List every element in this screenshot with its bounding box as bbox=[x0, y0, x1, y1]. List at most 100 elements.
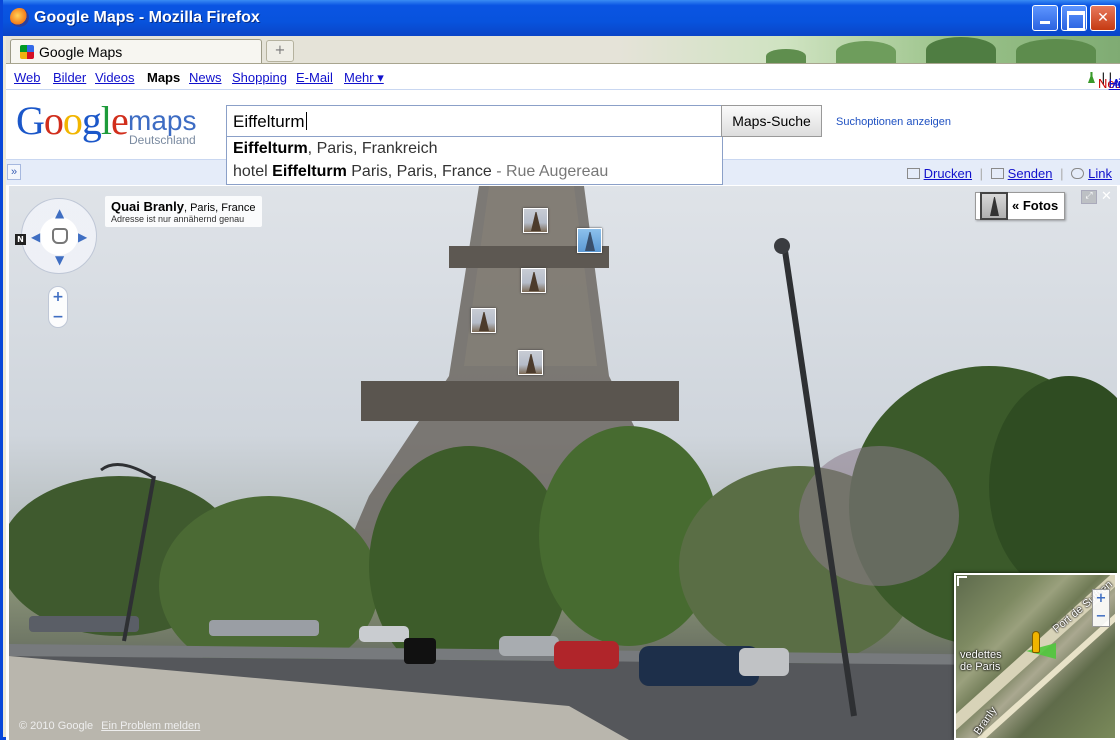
send-link[interactable]: Senden bbox=[1008, 166, 1053, 181]
suggestion-hint: - Rue Augereau bbox=[491, 163, 609, 180]
car bbox=[209, 620, 319, 636]
google-favicon-icon bbox=[20, 45, 34, 59]
text-cursor bbox=[305, 112, 307, 130]
fullscreen-icon[interactable]: ⤢ bbox=[1081, 190, 1097, 204]
pan-control[interactable]: ▲ ▼ ◀ ▶ bbox=[21, 198, 97, 274]
zoom-in-button[interactable]: + bbox=[49, 287, 67, 307]
zoom-control: + − bbox=[48, 286, 68, 328]
zoom-out-button[interactable]: − bbox=[49, 307, 67, 327]
gbar-news-link[interactable]: News bbox=[189, 70, 222, 85]
tourist-photo-icon[interactable] bbox=[577, 228, 602, 253]
anmelden-link[interactable]: Anmelden bbox=[1112, 76, 1120, 91]
address-note: Adresse ist nur annähernd genau bbox=[111, 214, 245, 224]
logo-letter: l bbox=[100, 98, 112, 143]
gbar-right: Neu! | Hilfe | Anmelden bbox=[1087, 70, 1120, 91]
pegman-icon[interactable] bbox=[1032, 631, 1040, 653]
minimize-button[interactable] bbox=[1032, 5, 1058, 31]
link-icon bbox=[1071, 168, 1085, 179]
car bbox=[29, 616, 139, 632]
collapse-panel-button[interactable]: » bbox=[7, 164, 21, 180]
fotos-label: « Fotos bbox=[1012, 198, 1059, 213]
browser-window: Google Maps - Mozilla Firefox ✕ Google M… bbox=[0, 0, 1120, 740]
google-logo[interactable]: Google bbox=[16, 98, 129, 143]
logo-letter: g bbox=[81, 98, 102, 143]
hand-icon[interactable] bbox=[52, 228, 68, 244]
car bbox=[499, 636, 559, 656]
lamp-arm bbox=[100, 463, 155, 480]
logo-subtitle: Deutschland bbox=[129, 133, 196, 147]
copyright-text: © 2010 Google bbox=[19, 720, 94, 732]
logo-letter: o bbox=[62, 98, 83, 143]
gbar-web-link[interactable]: Web bbox=[14, 70, 41, 85]
motorbike bbox=[404, 638, 436, 664]
window-title: Google Maps - Mozilla Firefox bbox=[34, 9, 260, 26]
address-box: Quai Branly, Paris, France Adresse ist n… bbox=[105, 196, 262, 227]
gbar-mehr-menu[interactable]: Mehr ▾ bbox=[344, 70, 384, 86]
street-view-panorama[interactable]: Quai Branly, Paris, France Adresse ist n… bbox=[9, 186, 1117, 740]
fotos-button[interactable]: « Fotos bbox=[975, 192, 1066, 220]
page-content: Web Bilder Videos Maps News Shopping E-M… bbox=[6, 64, 1120, 740]
gbar-maps-current: Maps bbox=[147, 70, 181, 85]
suggestion-match: Eiffelturm bbox=[272, 163, 347, 180]
new-tab-button[interactable]: + bbox=[266, 40, 294, 62]
logo-letter: e bbox=[111, 98, 129, 143]
car bbox=[554, 641, 619, 669]
decorative-palm bbox=[766, 49, 806, 63]
print-link[interactable]: Drucken bbox=[924, 166, 972, 181]
print-icon bbox=[906, 168, 920, 179]
suggestion-item[interactable]: hotel Eiffelturm Paris, Paris, France - … bbox=[227, 160, 722, 183]
minimap-zoom-in-button[interactable]: + bbox=[1093, 590, 1109, 608]
minimap-label: de Paris bbox=[960, 661, 1001, 673]
tab-strip: Google Maps + bbox=[6, 36, 1120, 64]
minimap-zoom-out-button[interactable]: − bbox=[1093, 608, 1109, 626]
tab-google-maps[interactable]: Google Maps bbox=[10, 39, 262, 63]
suggestion-item[interactable]: Eiffelturm, Paris, Frankreich bbox=[227, 137, 722, 160]
lamp-head bbox=[774, 238, 790, 254]
photo-thumbnail-icon bbox=[980, 192, 1008, 220]
search-options-link[interactable]: Suchoptionen anzeigen bbox=[836, 116, 951, 128]
minimap-resize-icon[interactable] bbox=[957, 576, 967, 586]
car bbox=[739, 648, 789, 676]
search-value: Eiffelturm bbox=[233, 112, 305, 131]
title-bar[interactable]: Google Maps - Mozilla Firefox ✕ bbox=[3, 0, 1120, 36]
decorative-palm bbox=[1016, 39, 1096, 63]
pan-right-icon[interactable]: ▶ bbox=[78, 231, 87, 243]
compass-north-icon: N bbox=[15, 234, 26, 245]
minimap-zoom-control: + − bbox=[1092, 589, 1110, 627]
report-problem-link[interactable]: Ein Problem melden bbox=[101, 720, 200, 732]
google-bar: Web Bilder Videos Maps News Shopping E-M… bbox=[6, 64, 1120, 91]
minimap-label: vedettes bbox=[960, 649, 1002, 661]
minimap[interactable]: Port de Suffren vedettes de Paris Branly… bbox=[954, 573, 1117, 740]
tourist-photo-icon[interactable] bbox=[523, 208, 548, 233]
tourist-photo-icon[interactable] bbox=[521, 268, 546, 293]
tab-label: Google Maps bbox=[39, 44, 123, 60]
link-link[interactable]: Link bbox=[1088, 166, 1112, 181]
autocomplete-dropdown: Eiffelturm, Paris, Frankreich hotel Eiff… bbox=[226, 137, 723, 185]
gbar-email-link[interactable]: E-Mail bbox=[296, 70, 333, 85]
pan-down-icon[interactable]: ▼ bbox=[55, 254, 64, 266]
tourist-photo-icon[interactable] bbox=[518, 350, 543, 375]
maps-search-button[interactable]: Maps-Suche bbox=[721, 105, 822, 137]
gbar-videos-link[interactable]: Videos bbox=[95, 70, 135, 85]
flask-icon bbox=[1087, 72, 1095, 83]
search-input[interactable]: Eiffelturm bbox=[226, 105, 723, 137]
pan-left-icon[interactable]: ◀ bbox=[31, 231, 40, 243]
address-street: Quai Branly bbox=[111, 199, 184, 214]
firefox-icon bbox=[10, 8, 29, 27]
car bbox=[359, 626, 409, 642]
divider: | bbox=[1060, 166, 1064, 181]
tourist-photo-icon[interactable] bbox=[471, 308, 496, 333]
pan-up-icon[interactable]: ▲ bbox=[55, 207, 64, 219]
suggestion-rest: , Paris, Frankreich bbox=[307, 140, 438, 157]
gbar-shopping-link[interactable]: Shopping bbox=[232, 70, 287, 85]
address-city: , Paris, France bbox=[183, 202, 256, 214]
suggestion-match: Eiffelturm bbox=[233, 140, 308, 157]
copyright: © 2010 Google Ein Problem melden bbox=[19, 720, 200, 732]
logo-letter: G bbox=[16, 98, 45, 143]
close-button[interactable]: ✕ bbox=[1090, 5, 1116, 31]
close-streetview-icon[interactable]: ✕ bbox=[1101, 189, 1112, 204]
gbar-bilder-link[interactable]: Bilder bbox=[53, 70, 86, 85]
email-icon bbox=[990, 168, 1004, 179]
maximize-button[interactable] bbox=[1061, 5, 1087, 31]
divider: | bbox=[979, 166, 984, 181]
